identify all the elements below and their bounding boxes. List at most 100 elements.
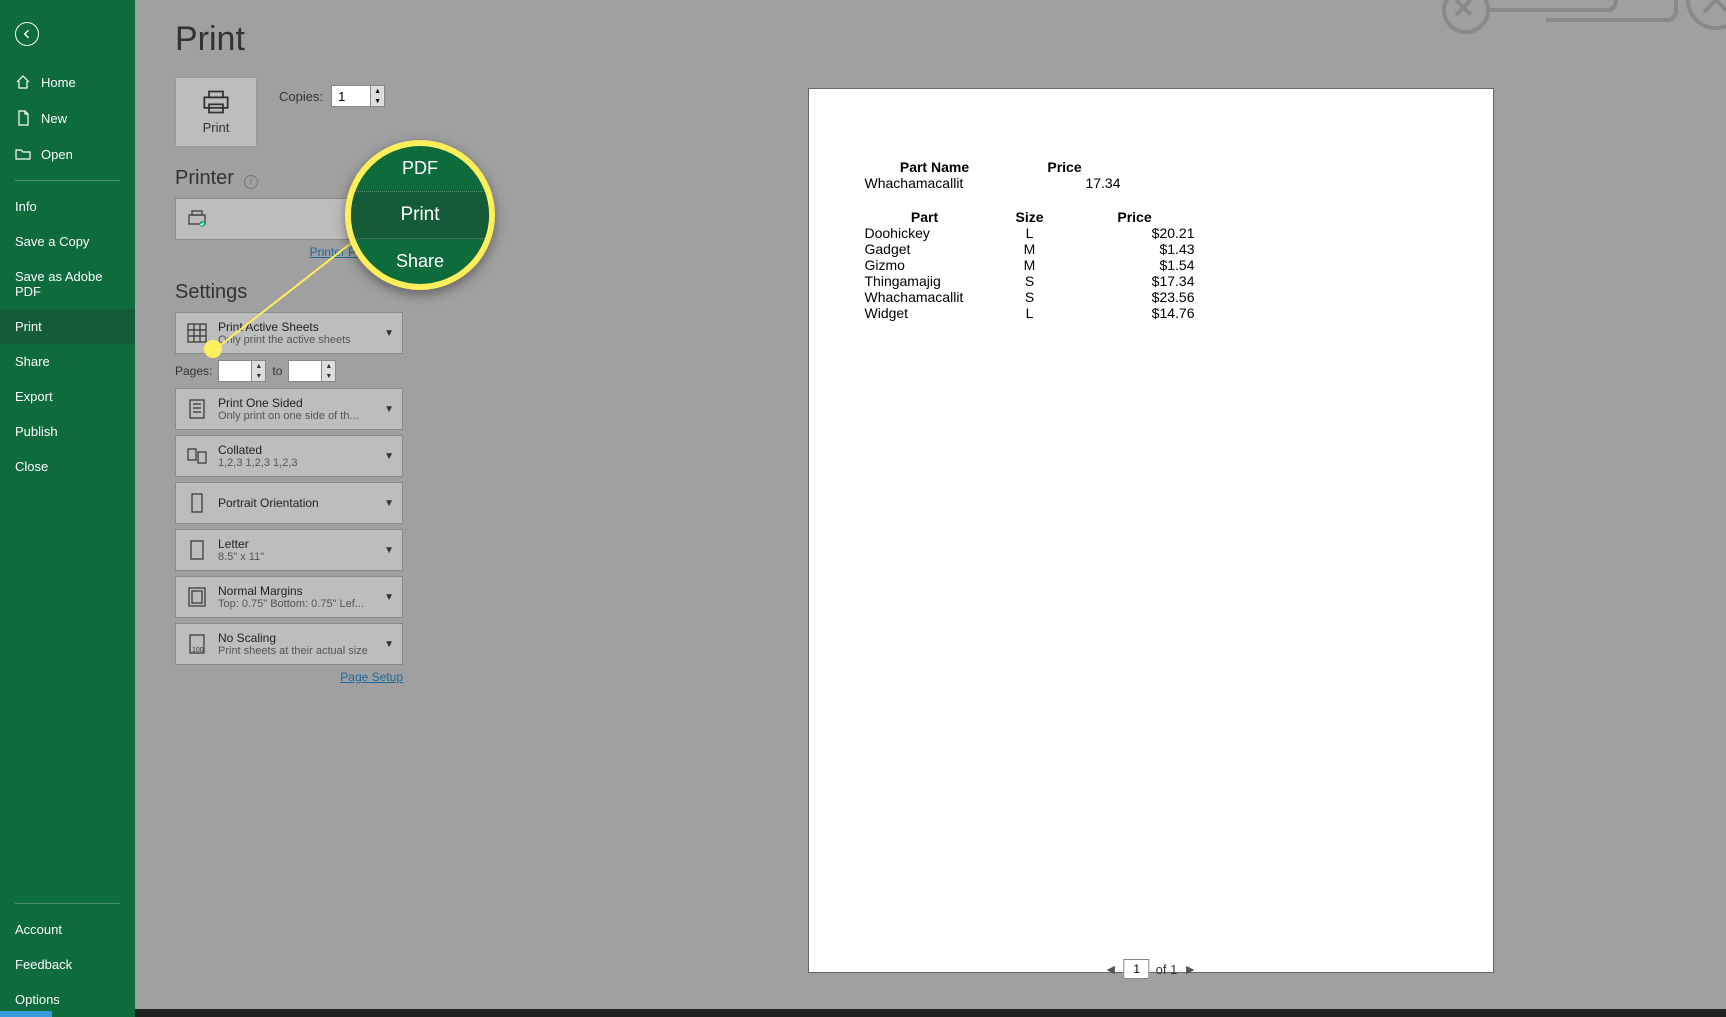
copies-input[interactable] [332,86,370,106]
spin-up[interactable]: ▲ [371,86,384,96]
backstage-sidebar: Home New Open Info Save a Copy Save as A… [0,0,135,1017]
chevron-down-icon: ▼ [384,498,394,509]
spin-down[interactable]: ▼ [322,371,335,381]
nav-label: Publish [15,424,58,439]
nav-label: Account [15,922,62,937]
t2-cell: L [985,225,1075,241]
dd-title: Collated [218,443,378,457]
page-setup-link[interactable]: Page Setup [340,670,403,684]
chevron-down-icon: ▼ [384,592,394,603]
nav-export[interactable]: Export [0,379,135,414]
chevron-down-icon: ▼ [384,545,394,556]
taskbar [135,1009,1726,1017]
spin-down[interactable]: ▼ [252,371,265,381]
spin-up[interactable]: ▲ [252,361,265,371]
pages-from-input[interactable] [219,361,251,381]
nav-feedback[interactable]: Feedback [0,947,135,982]
prev-page-button[interactable]: ◄ [1104,961,1118,977]
paper-size-dropdown[interactable]: Letter 8.5" x 11" ▼ [175,529,403,571]
nav-label: Open [41,147,73,162]
dd-sub: 8.5" x 11" [218,551,378,563]
svg-text:100: 100 [192,647,204,654]
taskbar-accent [0,1011,52,1017]
sides-dropdown[interactable]: Print One Sided Only print on one side o… [175,388,403,430]
dd-sub: Only print on one side of th... [218,410,378,422]
t2-cell: S [985,273,1075,289]
nav-label: Home [41,75,76,90]
t2-cell: $17.34 [1075,273,1195,289]
t2-cell: Gizmo [865,257,985,273]
dd-title: No Scaling [218,631,378,645]
chevron-down-icon: ▼ [384,404,394,415]
nav-publish[interactable]: Publish [0,414,135,449]
chevron-down-icon: ▼ [384,451,394,462]
printer-icon [184,206,210,232]
t1-cell: 17.34 [1005,175,1125,191]
print-button-label: Print [203,120,230,135]
page-number-input[interactable] [1124,959,1150,979]
spin-up[interactable]: ▲ [322,361,335,371]
home-icon [15,74,31,90]
nav-label: Export [15,389,53,404]
dd-sub: 1,2,3 1,2,3 1,2,3 [218,457,378,469]
scaling-icon: 100 [184,631,210,657]
chevron-down-icon: ▼ [384,328,394,339]
annotation-zoom: PDF Print Share [345,140,495,290]
t2-cell: L [985,305,1075,321]
t2-cell: M [985,241,1075,257]
nav-label: Save as Adobe PDF [15,269,120,299]
nav-label: New [41,111,67,126]
t1-header: Price [1005,159,1125,175]
t1-header: Part Name [865,159,1005,175]
orientation-dropdown[interactable]: Portrait Orientation ▼ [175,482,403,524]
nav-label: Print [15,319,42,334]
t2-cell: $1.43 [1075,241,1195,257]
chevron-down-icon: ▼ [384,639,394,650]
nav-open[interactable]: Open [0,136,135,172]
nav-label: Options [15,992,60,1007]
nav-label: Feedback [15,957,72,972]
nav-save-copy[interactable]: Save a Copy [0,224,135,259]
nav-info[interactable]: Info [0,189,135,224]
nav-share[interactable]: Share [0,344,135,379]
nav-label: Save a Copy [15,234,89,249]
collate-dropdown[interactable]: Collated 1,2,3 1,2,3 1,2,3 ▼ [175,435,403,477]
pages-from-spinner[interactable]: ▲▼ [218,360,266,382]
page-icon [184,396,210,422]
pages-to-spinner[interactable]: ▲▼ [288,360,336,382]
print-button[interactable]: Print [175,77,257,147]
dd-sub: Only print the active sheets [218,334,378,346]
dd-sub: Top: 0.75" Bottom: 0.75" Lef... [218,598,378,610]
nav-close[interactable]: Close [0,449,135,484]
zoom-print: Print [351,191,489,239]
margins-dropdown[interactable]: Normal Margins Top: 0.75" Bottom: 0.75" … [175,576,403,618]
nav-home[interactable]: Home [0,64,135,100]
t2-cell: S [985,289,1075,305]
t2-cell: Gadget [865,241,985,257]
print-main: Print Print Copies: ▲▼ Printer i [135,0,1726,1017]
next-page-button[interactable]: ► [1183,961,1197,977]
scaling-dropdown[interactable]: 100 No Scaling Print sheets at their act… [175,623,403,665]
t2-cell: Whachamacallit [865,289,985,305]
nav-account[interactable]: Account [0,912,135,947]
back-button[interactable] [15,22,39,46]
t2-cell: $1.54 [1075,257,1195,273]
nav-print[interactable]: Print [0,309,135,344]
nav-label: Close [15,459,48,474]
copies-spinner[interactable]: ▲▼ [331,85,385,107]
pages-to-input[interactable] [289,361,321,381]
info-icon[interactable]: i [244,175,258,189]
t2-cell: M [985,257,1075,273]
file-icon [15,110,31,126]
portrait-icon [184,490,210,516]
t1-cell: Whachamacallit [865,175,1005,191]
nav-new[interactable]: New [0,100,135,136]
preview-page: Part Name Price Whachamacallit 17.34 Par… [808,88,1494,973]
nav-save-adobe[interactable]: Save as Adobe PDF [0,259,135,309]
pages-to-label: to [272,364,282,378]
annotation-dot [204,340,222,358]
t2-cell: Doohickey [865,225,985,241]
spin-down[interactable]: ▼ [371,96,384,106]
dd-title: Portrait Orientation [218,496,378,510]
nav-label: Share [15,354,50,369]
